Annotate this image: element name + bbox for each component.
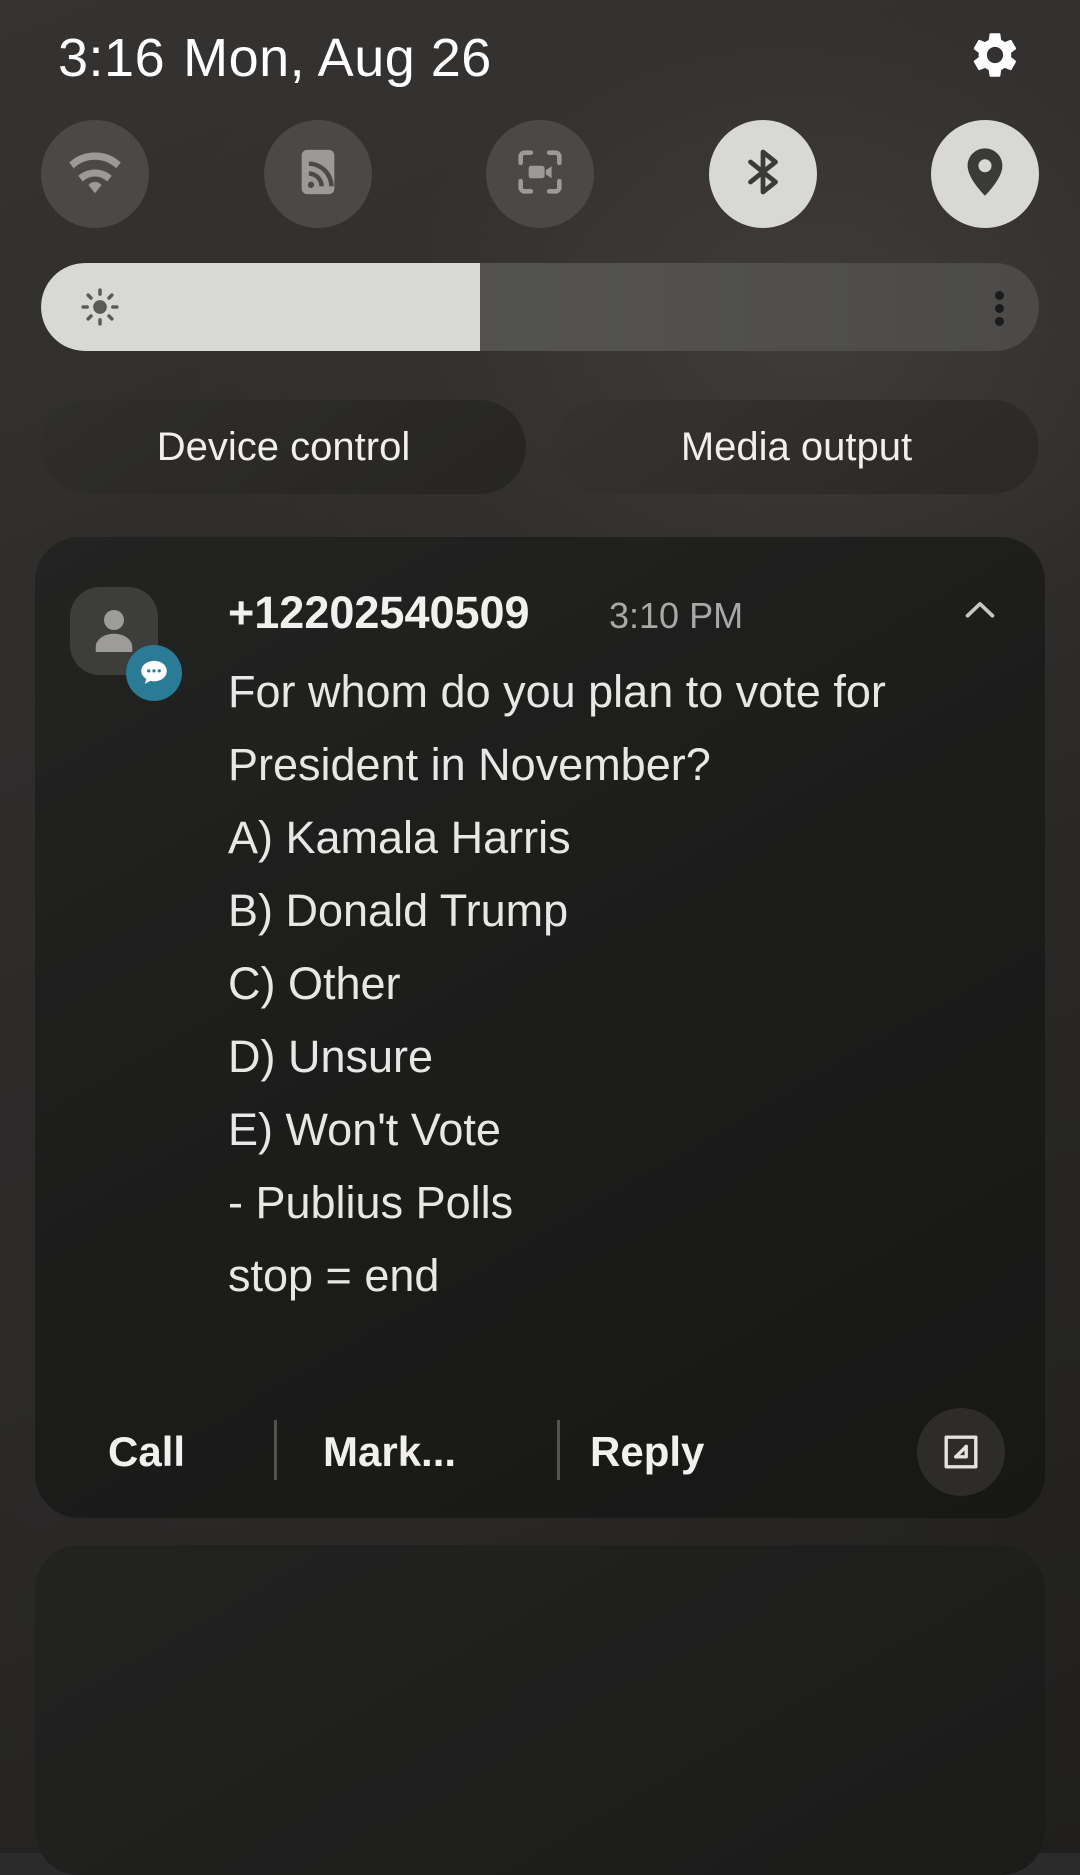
notification-timestamp: 3:10 PM [609,595,744,636]
notification-card-next[interactable] [35,1545,1045,1875]
nfc-icon [290,144,346,205]
notification-sender: +12202540509 [228,587,530,638]
more-vertical-icon[interactable] [995,291,1005,326]
quick-tile-bluetooth[interactable] [708,120,817,228]
quick-tile-nfc[interactable] [263,120,372,228]
status-clock-date: 3:16 Mon, Aug 26 [58,27,492,89]
media-output-button[interactable]: Media output [554,400,1039,494]
quick-settings-row [0,120,1080,228]
action-divider [557,1420,560,1480]
brightness-icon [80,287,120,327]
status-bar: 3:16 Mon, Aug 26 [0,0,1080,110]
avatar [70,587,182,701]
message-bubble-icon [126,645,182,701]
open-in-new-icon[interactable] [917,1408,1005,1496]
action-divider [274,1420,277,1480]
device-control-button[interactable]: Device control [41,400,526,494]
brightness-slider[interactable] [41,263,1039,351]
screen-record-icon [511,143,569,206]
status-date: Mon, Aug 26 [183,28,492,88]
media-output-label: Media output [680,424,913,469]
chevron-up-icon[interactable] [957,587,1003,633]
quick-tile-screen-record[interactable] [486,120,594,228]
notification-actions: Call Mark... Reply [35,1388,1045,1518]
reply-button[interactable]: Reply [590,1428,704,1476]
notification-card[interactable]: +12202540509 3:10 PM For whom do you pla… [35,537,1045,1518]
shortcut-buttons-row: Device control Media output [41,400,1039,494]
gear-icon[interactable] [968,28,1022,82]
wifi-icon [65,142,125,207]
notification-message: For whom do you plan to vote for Preside… [228,666,886,1301]
device-control-label: Device control [156,424,411,469]
bluetooth-icon [733,142,793,207]
call-button[interactable]: Call [108,1428,185,1476]
quick-tile-wifi[interactable] [41,120,149,228]
quick-tile-location[interactable] [931,120,1039,228]
mark-button[interactable]: Mark... [323,1428,456,1476]
location-pin-icon [956,143,1014,206]
status-time: 3:16 [58,28,166,88]
